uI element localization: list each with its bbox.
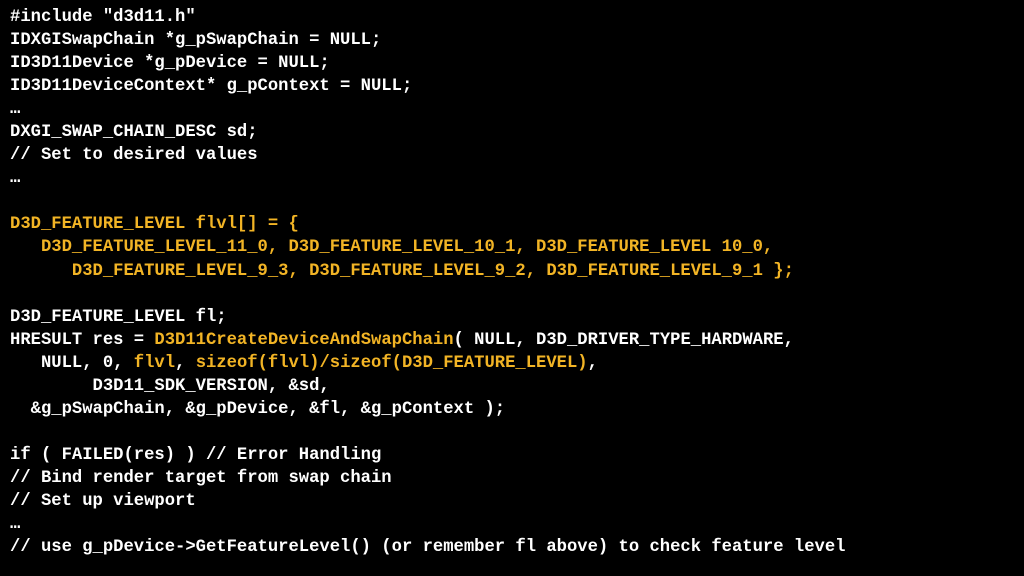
code-line: &g_pSwapChain, &g_pDevice, &fl, &g_pCont… <box>10 400 505 419</box>
code-line: D3D_FEATURE_LEVEL flvl[] = { <box>10 215 299 234</box>
code-line: // Set up viewport <box>10 492 196 511</box>
code-line: … <box>10 169 20 188</box>
code-line: … <box>10 515 20 534</box>
code-line: … <box>10 100 20 119</box>
code-line: D3D_FEATURE_LEVEL_11_0, D3D_FEATURE_LEVE… <box>10 238 773 257</box>
code-line: ID3D11DeviceContext* g_pContext = NULL; <box>10 77 412 96</box>
code-line: // use g_pDevice->GetFeatureLevel() (or … <box>10 538 845 557</box>
code-line: HRESULT res = D3D11CreateDeviceAndSwapCh… <box>10 331 794 350</box>
code-line: if ( FAILED(res) ) // Error Handling <box>10 446 381 465</box>
code-line: // Set to desired values <box>10 146 258 165</box>
code-line: NULL, 0, flvl, sizeof(flvl)/sizeof(D3D_F… <box>10 354 598 373</box>
code-line: DXGI_SWAP_CHAIN_DESC sd; <box>10 123 258 142</box>
code-line: ID3D11Device *g_pDevice = NULL; <box>10 54 330 73</box>
code-line: D3D_FEATURE_LEVEL_9_3, D3D_FEATURE_LEVEL… <box>10 262 794 281</box>
code-line: #include "d3d11.h" <box>10 8 196 27</box>
code-block: #include "d3d11.h" IDXGISwapChain *g_pSw… <box>0 0 1024 569</box>
code-line: D3D11_SDK_VERSION, &sd, <box>10 377 330 396</box>
code-line: // Bind render target from swap chain <box>10 469 392 488</box>
code-line: D3D_FEATURE_LEVEL fl; <box>10 308 227 327</box>
code-line: IDXGISwapChain *g_pSwapChain = NULL; <box>10 31 381 50</box>
